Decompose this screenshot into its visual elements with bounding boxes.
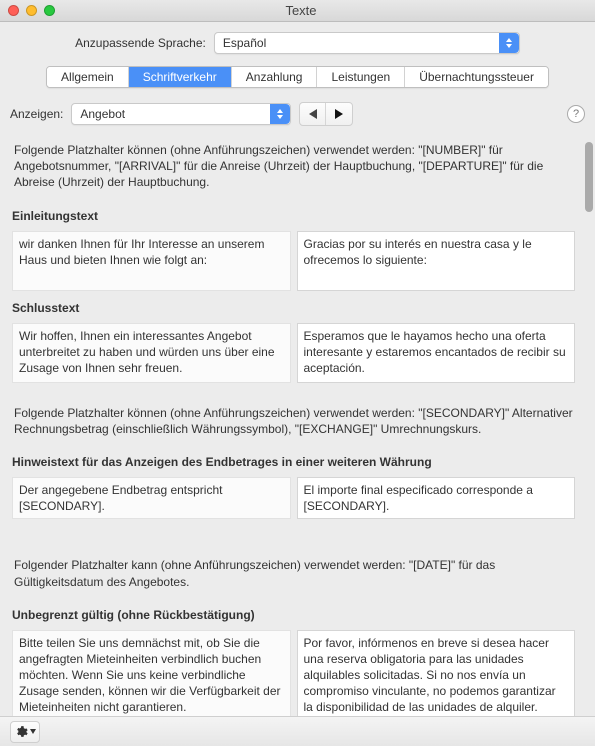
closing-pair: Wir hoffen, Ihnen ein interessantes Ange…	[8, 319, 579, 387]
language-value: Español	[223, 36, 266, 50]
footer-bar	[0, 716, 595, 746]
tab-schriftverkehr[interactable]: Schriftverkehr	[129, 67, 232, 87]
tab-allgemein[interactable]: Allgemein	[47, 67, 129, 87]
secondary-pair: Der angegebene Endbetrag entspricht [SEC…	[8, 473, 579, 523]
gear-icon	[14, 725, 28, 739]
content-scroll[interactable]: Folgende Platzhalter können (ohne Anführ…	[0, 134, 595, 716]
intro-pair: wir danken Ihnen für Ihr Interesse an un…	[8, 227, 579, 295]
tab-anzahlung[interactable]: Anzahlung	[232, 67, 318, 87]
placeholder-info-2: Folgende Platzhalter können (ohne Anführ…	[10, 405, 577, 437]
scrollbar-thumb[interactable]	[585, 142, 593, 212]
titlebar: Texte	[0, 0, 595, 22]
intro-target-input[interactable]	[297, 231, 576, 291]
prev-button[interactable]	[300, 103, 326, 125]
unlimited-heading: Unbegrenzt gültig (ohne Rückbestätigung)	[8, 602, 579, 626]
triangle-right-icon	[335, 109, 343, 119]
secondary-target-input[interactable]	[297, 477, 576, 519]
language-row: Anzupassende Sprache: Español	[0, 22, 595, 60]
language-label: Anzupassende Sprache:	[75, 36, 206, 50]
closing-source: Wir hoffen, Ihnen ein interessantes Ange…	[12, 323, 291, 383]
intro-heading: Einleitungstext	[8, 203, 579, 227]
placeholder-info-3: Folgender Platzhalter kann (ohne Anführu…	[10, 557, 577, 589]
chevron-updown-icon	[499, 33, 519, 53]
nav-buttons	[299, 102, 353, 126]
closing-target-input[interactable]	[297, 323, 576, 383]
show-value: Angebot	[80, 107, 125, 121]
language-select[interactable]: Español	[214, 32, 520, 54]
help-button[interactable]: ?	[567, 105, 585, 123]
unlimited-pair: Bitte teilen Sie uns demnächst mit, ob S…	[8, 626, 579, 716]
scrollbar[interactable]	[585, 142, 593, 708]
unlimited-source: Bitte teilen Sie uns demnächst mit, ob S…	[12, 630, 291, 716]
show-select[interactable]: Angebot	[71, 103, 291, 125]
show-label: Anzeigen:	[10, 107, 63, 121]
actions-menu-button[interactable]	[10, 721, 40, 743]
tab-uebernachtungssteuer[interactable]: Übernachtungssteuer	[405, 67, 548, 87]
secondary-heading: Hinweistext für das Anzeigen des Endbetr…	[8, 449, 579, 473]
unlimited-target-input[interactable]	[297, 630, 576, 716]
triangle-left-icon	[309, 109, 317, 119]
closing-heading: Schlusstext	[8, 295, 579, 319]
intro-source: wir danken Ihnen für Ihr Interesse an un…	[12, 231, 291, 291]
placeholder-info-1: Folgende Platzhalter können (ohne Anführ…	[10, 142, 577, 191]
chevron-updown-icon	[270, 104, 290, 124]
chevron-down-icon	[30, 729, 36, 734]
tab-group: Allgemein Schriftverkehr Anzahlung Leist…	[46, 66, 549, 88]
tabs-row: Allgemein Schriftverkehr Anzahlung Leist…	[0, 60, 595, 98]
secondary-source: Der angegebene Endbetrag entspricht [SEC…	[12, 477, 291, 519]
tab-leistungen[interactable]: Leistungen	[317, 67, 405, 87]
next-button[interactable]	[326, 103, 352, 125]
show-bar: Anzeigen: Angebot ?	[0, 98, 595, 134]
window-title: Texte	[15, 3, 587, 18]
